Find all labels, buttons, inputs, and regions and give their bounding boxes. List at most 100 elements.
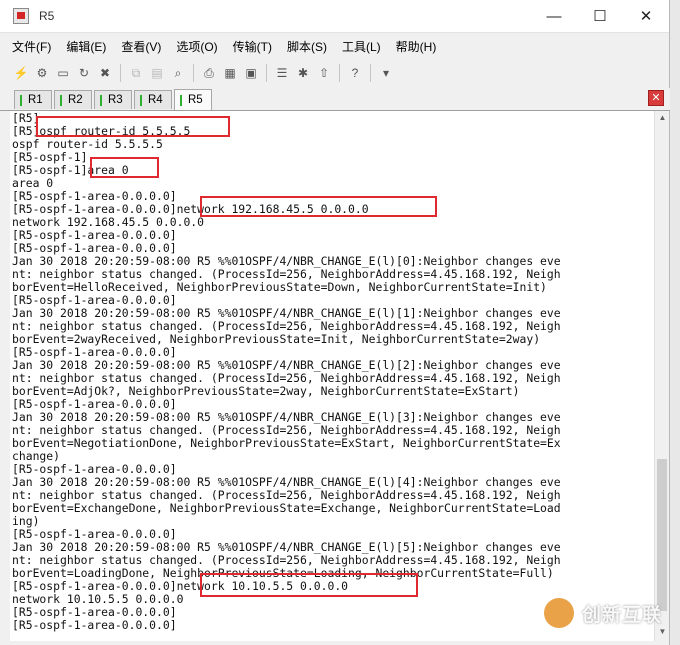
reconnect-icon[interactable]: ↻: [75, 64, 93, 82]
toolbar-separator: [120, 64, 121, 82]
menu-edit[interactable]: 编辑(E): [66, 38, 106, 55]
terminal-line: nt: neighbor status changed. (ProcessId=…: [12, 267, 561, 281]
maximize-button[interactable]: ☐: [577, 0, 623, 32]
close-tab-icon[interactable]: ✕: [648, 90, 664, 106]
terminal-line: area 0: [12, 176, 54, 190]
terminal-line: Jan 30 2018 20:20:59-08:00 R5 %%01OSPF/4…: [12, 254, 561, 268]
securecrt-window: R5 — ☐ ✕ 文件(F) 编辑(E) 查看(V) 选项(O) 传输(T) 脚…: [0, 0, 670, 645]
find-icon[interactable]: ⌕: [169, 64, 187, 82]
tab-status-indicator: [60, 94, 62, 106]
terminal-line: [R5-ospf-1-area-0.0.0.0]: [12, 605, 177, 619]
title-bar[interactable]: R5 — ☐ ✕: [0, 0, 669, 32]
terminal-line: borEvent=ExchangeDone, NeighborPreviousS…: [12, 501, 561, 515]
sftp-icon[interactable]: ⇧: [315, 64, 333, 82]
scroll-up-icon[interactable]: ▲: [658, 113, 667, 122]
terminal-line: network 10.10.5.5 0.0.0.0: [12, 592, 184, 606]
tab-r5[interactable]: R5: [174, 89, 212, 110]
session-options-icon[interactable]: ▣: [242, 64, 260, 82]
close-button[interactable]: ✕: [623, 0, 669, 32]
scroll-down-icon[interactable]: ▼: [658, 627, 667, 636]
highlight-box: [90, 157, 159, 178]
global-options-icon[interactable]: ☰: [273, 64, 291, 82]
terminal-line: Jan 30 2018 20:20:59-08:00 R5 %%01OSPF/4…: [12, 475, 561, 489]
minimize-button[interactable]: —: [531, 0, 577, 32]
highlight-box: [36, 116, 230, 137]
more-icon[interactable]: ▾: [377, 64, 395, 82]
tab-label: R1: [28, 94, 43, 106]
terminal-line: nt: neighbor status changed. (ProcessId=…: [12, 319, 561, 333]
menu-help[interactable]: 帮助(H): [396, 38, 437, 55]
terminal-output[interactable]: [R5-ospf-1-area-0.0.0.0] [R5-ospf-1-area-…: [10, 111, 654, 641]
connect-tab-icon[interactable]: ▭: [54, 64, 72, 82]
help-icon[interactable]: ?: [346, 64, 364, 82]
terminal-line: nt: neighbor status changed. (ProcessId=…: [12, 371, 561, 385]
tab-status-indicator: [180, 94, 182, 106]
terminal-line: borEvent=AdjOk?, NeighborPreviousState=2…: [12, 384, 520, 398]
menu-bar: 文件(F) 编辑(E) 查看(V) 选项(O) 传输(T) 脚本(S) 工具(L…: [0, 32, 669, 59]
terminal-line: Jan 30 2018 20:20:59-08:00 R5 %%01OSPF/4…: [12, 306, 561, 320]
toolbar-separator: [339, 64, 340, 82]
copy-icon[interactable]: ⧉: [127, 64, 145, 82]
toolbar-separator: [266, 64, 267, 82]
watermark-logo-icon: [544, 598, 574, 628]
connect-icon[interactable]: ⚡: [12, 64, 30, 82]
tab-r3[interactable]: R3: [94, 90, 132, 109]
menu-script[interactable]: 脚本(S): [287, 38, 327, 55]
window-controls: — ☐ ✕: [531, 0, 669, 32]
toolbar-separator: [193, 64, 194, 82]
menu-view[interactable]: 查看(V): [121, 38, 161, 55]
terminal-line: [R5-ospf-1-area-0.0.0.0]: [12, 462, 177, 476]
terminal-line: change): [12, 449, 61, 463]
watermark-text: 创新互联: [582, 604, 663, 626]
paste-icon[interactable]: ▤: [148, 64, 166, 82]
print-icon[interactable]: ⎙: [200, 64, 218, 82]
terminal-line: [R5-ospf-1-area-0.0.0.0]: [12, 527, 177, 541]
scrollbar-thumb[interactable]: [657, 459, 667, 611]
tab-r4[interactable]: R4: [134, 90, 172, 109]
terminal-line: [R5-ospf-1-area-0.0.0.0]: [12, 228, 177, 242]
terminal-line: borEvent=NegotiationDone, NeighborPrevio…: [12, 436, 561, 450]
terminal-line: nt: neighbor status changed. (ProcessId=…: [12, 423, 561, 437]
toolbar-separator: [370, 64, 371, 82]
session-tab-bar: R1 R2 R3 R4 R5 ✕: [0, 88, 670, 111]
terminal-line: [R5-ospf-1-area-0.0.0.0]: [12, 241, 177, 255]
menu-tools[interactable]: 工具(L): [342, 38, 381, 55]
tab-status-indicator: [140, 94, 142, 106]
terminal-line: borEvent=HelloReceived, NeighborPrevious…: [12, 280, 547, 294]
terminal-line: ing): [12, 514, 40, 528]
highlight-box: [200, 196, 437, 217]
tab-label: R4: [148, 94, 163, 106]
toolbar: ⚡ ⚙ ▭ ↻ ✖ ⧉ ▤ ⌕ ⎙ ▦ ▣ ☰ ✱ ⇧ ? ▾: [0, 59, 669, 87]
terminal-line: [R5-ospf-1-area-0.0.0.0]: [12, 293, 177, 307]
terminal-line: Jan 30 2018 20:20:59-08:00 R5 %%01OSPF/4…: [12, 358, 561, 372]
print-setup-icon[interactable]: ▦: [221, 64, 239, 82]
terminal-line: [R5-ospf-1]: [12, 150, 88, 164]
terminal-line: [R5-ospf-1-area-0.0.0.0]: [12, 397, 177, 411]
terminal-line: nt: neighbor status changed. (ProcessId=…: [12, 488, 561, 502]
terminal-line: network 192.168.45.5 0.0.0.0: [12, 215, 205, 229]
tab-label: R3: [108, 94, 123, 106]
terminal-line: Jan 30 2018 20:20:59-08:00 R5 %%01OSPF/4…: [12, 540, 561, 554]
terminal-line: [R5-ospf-1-area-0.0.0.0]: [12, 345, 177, 359]
tab-status-indicator: [100, 94, 102, 106]
watermark: 创新互联: [544, 598, 662, 628]
app-icon: [13, 8, 29, 24]
disconnect-icon[interactable]: ✖: [96, 64, 114, 82]
highlight-box: [200, 573, 418, 597]
terminal-line: [R5-ospf-1-area-0.0.0.0]: [12, 618, 177, 632]
window-title: R5: [39, 9, 55, 23]
menu-transfer[interactable]: 传输(T): [233, 38, 272, 55]
terminal-line: borEvent=2wayReceived, NeighborPreviousS…: [12, 332, 541, 346]
menu-file[interactable]: 文件(F): [12, 38, 51, 55]
tab-label: R5: [188, 94, 203, 106]
keymap-icon[interactable]: ✱: [294, 64, 312, 82]
terminal-line: nt: neighbor status changed. (ProcessId=…: [12, 553, 561, 567]
tab-r2[interactable]: R2: [54, 90, 92, 109]
desktop-background: [670, 0, 680, 645]
terminal-scrollbar[interactable]: ▲ ▼: [654, 111, 669, 641]
terminal-line: Jan 30 2018 20:20:59-08:00 R5 %%01OSPF/4…: [12, 410, 561, 424]
quick-connect-icon[interactable]: ⚙: [33, 64, 51, 82]
tab-r1[interactable]: R1: [14, 90, 52, 109]
terminal-line: ospf router-id 5.5.5.5: [12, 137, 163, 151]
menu-options[interactable]: 选项(O): [176, 38, 217, 55]
